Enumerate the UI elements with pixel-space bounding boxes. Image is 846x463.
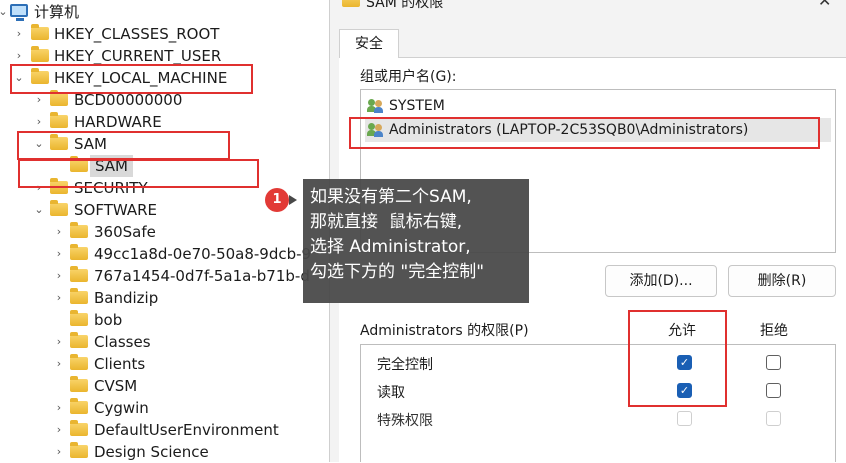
folder-icon [342, 0, 360, 7]
folder-icon [70, 288, 88, 304]
folder-icon [70, 332, 88, 348]
chevron-right-icon[interactable]: › [52, 419, 66, 441]
permissions-header: Administrators 的权限(P) [360, 323, 529, 339]
chevron-right-icon[interactable]: › [52, 331, 66, 353]
tree-item-clients[interactable]: › Clients [0, 353, 300, 375]
tree-item-computer[interactable]: ⌄ 计算机 [0, 1, 300, 23]
read-deny-checkbox[interactable] [766, 383, 781, 398]
folder-icon [70, 442, 88, 458]
folder-icon [50, 200, 68, 216]
folder-icon [70, 266, 88, 282]
folder-icon [50, 90, 68, 106]
chevron-right-icon[interactable]: › [52, 243, 66, 265]
tree-item-label: 计算机 [34, 3, 80, 21]
tree-item-label: Classes [94, 333, 151, 351]
chevron-right-icon[interactable]: › [52, 441, 66, 463]
tree-item-software[interactable]: ⌄ SOFTWARE [0, 199, 300, 221]
permissions-list: 完全控制 读取 特殊权限 ✓ ✓ [360, 344, 836, 462]
close-icon[interactable]: ✕ [818, 0, 831, 10]
instruction-callout: 如果没有第二个SAM, 那就直接 鼠标右键, 选择 Administrator,… [303, 179, 529, 303]
chevron-right-icon[interactable]: › [12, 23, 26, 45]
remove-button[interactable]: 删除(R) [728, 265, 836, 297]
user-name: SYSTEM [389, 98, 445, 114]
tree-item-default-user-env[interactable]: › DefaultUserEnvironment [0, 419, 300, 441]
folder-icon [50, 112, 68, 128]
dialog-title: SAM 的权限 [366, 0, 444, 11]
full-control-deny-checkbox[interactable] [766, 355, 781, 370]
dialog-titlebar: SAM 的权限 ✕ [330, 0, 846, 22]
perm-label-read: 读取 [377, 385, 405, 401]
computer-icon [10, 4, 28, 21]
group-label: 组或用户名(G): [360, 69, 457, 85]
highlight-hklm [10, 64, 253, 94]
chevron-right-icon[interactable]: › [52, 353, 66, 375]
tree-item-label: HARDWARE [74, 113, 162, 131]
folder-icon [70, 244, 88, 260]
tree-item-hkcr[interactable]: › HKEY_CLASSES_ROOT [0, 23, 300, 45]
tree-item-label: Cygwin [94, 399, 149, 417]
tree-item-cygwin[interactable]: › Cygwin [0, 397, 300, 419]
folder-icon [31, 46, 49, 62]
tree-item-hardware[interactable]: › HARDWARE [0, 111, 300, 133]
tree-item-label: DefaultUserEnvironment [94, 421, 279, 439]
folder-icon [70, 354, 88, 370]
highlight-sam [17, 131, 230, 160]
tree-item-label: SOFTWARE [74, 201, 158, 219]
add-button[interactable]: 添加(D)... [605, 265, 717, 297]
tree-item-label: HKEY_CLASSES_ROOT [54, 25, 220, 43]
user-group-icon [367, 99, 383, 113]
highlight-administrators [349, 117, 820, 149]
folder-icon [70, 398, 88, 414]
chevron-right-icon[interactable]: › [52, 265, 66, 287]
folder-icon [70, 420, 88, 436]
chevron-right-icon[interactable]: › [32, 111, 46, 133]
list-item-system[interactable]: SYSTEM [365, 94, 831, 118]
tree-item-bandizip[interactable]: › Bandizip [0, 287, 300, 309]
folder-icon [70, 310, 88, 326]
tree-item-guid-1[interactable]: › 49cc1a8d-0e70-50a8-9dcb-9f [0, 243, 310, 265]
tree-item-label: bob [94, 311, 123, 329]
tree-item-bob[interactable]: bob [0, 309, 300, 331]
tree-item-label: Bandizip [94, 289, 159, 307]
perm-label-full-control: 完全控制 [377, 357, 433, 373]
tree-item-cvsm[interactable]: CVSM [0, 375, 300, 397]
tree-item-guid-2[interactable]: › 767a1454-0d7f-5a1a-b71b-d01a [0, 265, 310, 287]
folder-icon [70, 222, 88, 238]
tree-item-label: Clients [94, 355, 146, 373]
tree-item-label: 49cc1a8d-0e70-50a8-9dcb-9f [94, 245, 310, 263]
folder-icon [31, 24, 49, 40]
tree-item-design-science[interactable]: › Design Science [0, 441, 300, 463]
tree-item-classes[interactable]: › Classes [0, 331, 300, 353]
perm-label-special: 特殊权限 [377, 413, 433, 429]
chevron-down-icon[interactable]: ⌄ [32, 199, 46, 221]
chevron-right-icon[interactable]: › [52, 221, 66, 243]
chevron-right-icon[interactable]: › [52, 287, 66, 309]
step-number-badge: 1 [265, 188, 297, 212]
chevron-right-icon[interactable]: › [52, 397, 66, 419]
highlight-sam-child [18, 159, 259, 188]
tree-item-label: Design Science [94, 443, 209, 461]
tree-item-360safe[interactable]: › 360Safe [0, 221, 300, 243]
tree-item-label: CVSM [94, 377, 138, 395]
folder-icon [70, 376, 88, 392]
special-deny-checkbox [766, 411, 781, 426]
highlight-allow-column [628, 310, 727, 407]
tree-item-label: 767a1454-0d7f-5a1a-b71b-d01a [94, 267, 310, 285]
deny-header: 拒绝 [760, 323, 788, 339]
tree-item-label: 360Safe [94, 223, 156, 241]
chevron-down-icon[interactable]: ⌄ [0, 1, 10, 23]
special-allow-checkbox [677, 411, 692, 426]
tab-security[interactable]: 安全 [339, 29, 399, 58]
